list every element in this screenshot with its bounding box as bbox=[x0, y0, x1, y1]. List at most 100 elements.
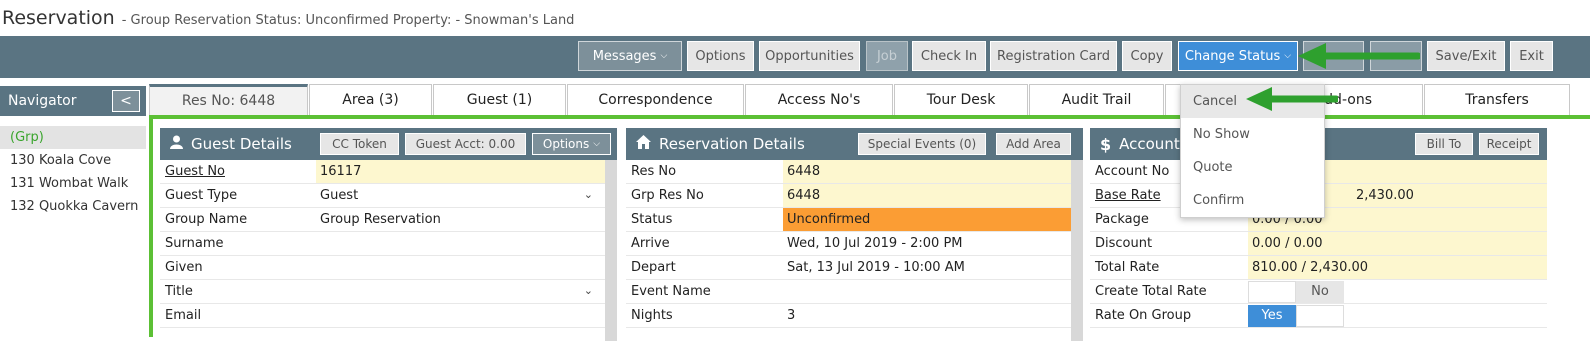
email-field[interactable] bbox=[316, 304, 605, 327]
nights-field[interactable]: 3 bbox=[783, 304, 1071, 327]
guest-options-button[interactable]: Options ⌵ bbox=[532, 133, 611, 155]
tab-correspondence[interactable]: Correspondence bbox=[567, 84, 744, 115]
guest-details-form: Guest No 16117 Guest Type Guest ⌄ Group Nam… bbox=[160, 160, 605, 328]
page-header: Reservation - Group Reservation Status: … bbox=[0, 0, 1590, 36]
menu-item-no-show[interactable]: No Show bbox=[1181, 118, 1324, 151]
check-in-button[interactable]: Check In bbox=[912, 41, 986, 71]
save-exit-button[interactable]: Save/Exit bbox=[1427, 41, 1505, 71]
guest-type-label: Guest Type bbox=[165, 188, 238, 203]
email-label: Email bbox=[165, 308, 202, 323]
tab-res-no[interactable]: Res No: 6448 bbox=[149, 84, 308, 115]
opportunities-button[interactable]: Opportunities bbox=[759, 41, 860, 71]
reservation-details-header: Reservation Details Special Events (0) A… bbox=[626, 128, 1083, 160]
chevron-down-icon: ⌄ bbox=[583, 284, 593, 297]
title-select[interactable]: ⌄ bbox=[316, 280, 605, 303]
reservation-details-panel: Reservation Details Special Events (0) A… bbox=[626, 128, 1083, 341]
toggle-yes-option[interactable]: Yes bbox=[1248, 304, 1296, 327]
receipt-button[interactable]: Receipt bbox=[1479, 133, 1539, 155]
menu-item-confirm[interactable]: Confirm bbox=[1181, 184, 1324, 217]
form-row: Depart Sat, 13 Jul 2019 - 10:00 AM bbox=[626, 256, 1071, 280]
event-name-label: Event Name bbox=[631, 284, 711, 299]
form-row: Res No 6448 bbox=[626, 160, 1071, 184]
form-row: Status Unconfirmed bbox=[626, 208, 1071, 232]
navigator-item-area[interactable]: 130 Koala Cove bbox=[0, 149, 146, 172]
group-name-field[interactable]: Group Reservation bbox=[316, 208, 605, 231]
page-title: Reservation bbox=[2, 7, 115, 29]
grp-res-no-label: Grp Res No bbox=[631, 188, 704, 203]
options-button[interactable]: Options bbox=[687, 41, 754, 71]
tab-audit-trail[interactable]: Audit Trail bbox=[1029, 84, 1164, 115]
menu-item-quote[interactable]: Quote bbox=[1181, 151, 1324, 184]
form-row: Discount 0.00 / 0.00 bbox=[1090, 232, 1547, 256]
guest-no-field[interactable]: 16117 bbox=[316, 160, 605, 183]
form-row: Grp Res No 6448 bbox=[626, 184, 1071, 208]
bill-to-button[interactable]: Bill To bbox=[1415, 133, 1473, 155]
navigator-item-area[interactable]: 131 Wombat Walk bbox=[0, 172, 146, 195]
status-label: Status bbox=[631, 212, 673, 227]
surname-field[interactable] bbox=[316, 232, 605, 255]
registration-card-button[interactable]: Registration Card bbox=[990, 41, 1117, 71]
guest-acct-button[interactable]: Guest Acct: 0.00 bbox=[405, 133, 526, 155]
account-title: Account bbox=[1119, 135, 1180, 153]
discount-label: Discount bbox=[1095, 236, 1153, 251]
change-status-label: Change Status bbox=[1184, 48, 1281, 64]
grp-res-no-field: 6448 bbox=[783, 184, 1071, 207]
navigator-item-group[interactable]: (Grp) bbox=[0, 126, 146, 149]
nights-label: Nights bbox=[631, 308, 673, 323]
guest-type-select[interactable]: Guest ⌄ bbox=[316, 184, 605, 207]
form-row: Rate On Group Yes bbox=[1090, 304, 1547, 328]
chevron-down-icon: ⌄ bbox=[583, 188, 593, 201]
discount-field: 0.00 / 0.00 bbox=[1248, 232, 1547, 255]
navigator-item-area[interactable]: 132 Quokka Cavern bbox=[0, 195, 146, 218]
form-row: Surname bbox=[160, 232, 605, 256]
tab-area[interactable]: Area (3) bbox=[309, 84, 432, 115]
reservation-details-title: Reservation Details bbox=[659, 135, 805, 153]
messages-button[interactable]: Messages ⌵ bbox=[578, 41, 682, 71]
scrollbar[interactable] bbox=[605, 160, 617, 341]
scrollbar[interactable] bbox=[1071, 160, 1083, 341]
form-row: Given bbox=[160, 256, 605, 280]
surname-label: Surname bbox=[165, 236, 224, 251]
arrive-label: Arrive bbox=[631, 236, 670, 251]
guest-details-panel: Guest Details CC Token Guest Acct: 0.00 … bbox=[160, 128, 617, 341]
arrive-field[interactable]: Wed, 10 Jul 2019 - 2:00 PM bbox=[783, 232, 1071, 255]
group-name-label: Group Name bbox=[165, 212, 248, 227]
guest-type-value: Guest bbox=[320, 188, 359, 203]
page-subtitle: - Group Reservation Status: Unconfirmed … bbox=[121, 13, 575, 28]
chevron-down-icon: ⌵ bbox=[660, 51, 668, 61]
annotation-arrow bbox=[1246, 87, 1338, 111]
special-events-button[interactable]: Special Events (0) bbox=[858, 133, 986, 155]
tab-transfers[interactable]: Transfers bbox=[1424, 84, 1570, 115]
reservation-details-form: Res No 6448 Grp Res No 6448 Status Unconfir… bbox=[626, 160, 1071, 328]
tab-guest[interactable]: Guest (1) bbox=[433, 84, 566, 115]
toggle-off-side[interactable] bbox=[1296, 304, 1344, 327]
depart-label: Depart bbox=[631, 260, 676, 275]
event-name-field[interactable] bbox=[783, 280, 1071, 303]
form-row: Create Total Rate No bbox=[1090, 280, 1547, 304]
toggle-off-side[interactable] bbox=[1248, 280, 1296, 303]
annotation-arrow bbox=[1298, 43, 1420, 69]
rate-on-group-toggle[interactable]: Yes bbox=[1248, 304, 1547, 327]
navigator-sidebar: Navigator < (Grp) 130 Koala Cove 131 Wom… bbox=[0, 86, 146, 337]
depart-field[interactable]: Sat, 13 Jul 2019 - 10:00 AM bbox=[783, 256, 1071, 279]
res-no-label: Res No bbox=[631, 164, 677, 179]
form-row: Arrive Wed, 10 Jul 2019 - 2:00 PM bbox=[626, 232, 1071, 256]
toggle-no-option[interactable]: No bbox=[1296, 280, 1344, 303]
guest-no-label[interactable]: Guest No bbox=[160, 160, 316, 183]
chevron-down-icon: ⌵ bbox=[1284, 51, 1292, 61]
copy-button[interactable]: Copy bbox=[1122, 41, 1172, 71]
tab-access-nos[interactable]: Access No's bbox=[745, 84, 893, 115]
change-status-button[interactable]: Change Status ⌵ bbox=[1178, 41, 1298, 71]
navigator-title: Navigator bbox=[8, 93, 77, 109]
collapse-left-icon[interactable]: < bbox=[112, 90, 140, 112]
add-area-button[interactable]: Add Area bbox=[996, 133, 1071, 155]
exit-button[interactable]: Exit bbox=[1510, 41, 1553, 71]
chevron-down-icon: ⌵ bbox=[593, 139, 601, 149]
dollar-icon: $ bbox=[1100, 134, 1112, 154]
form-row: Email bbox=[160, 304, 605, 328]
given-field[interactable] bbox=[316, 256, 605, 279]
create-total-rate-toggle[interactable]: No bbox=[1248, 280, 1547, 303]
cc-token-button[interactable]: CC Token bbox=[320, 133, 399, 155]
tab-tour-desk[interactable]: Tour Desk bbox=[894, 84, 1028, 115]
job-button: Job bbox=[866, 41, 908, 71]
